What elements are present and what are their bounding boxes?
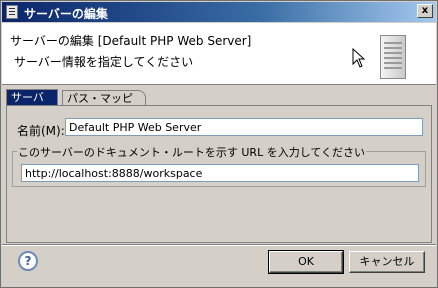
dialog-header: サーバーの編集 [Default PHP Web Server] サーバー情報を… <box>2 23 436 85</box>
url-group: このサーバーのドキュメント・ルートを示す URL を入力してください http:… <box>12 144 426 187</box>
help-icon[interactable]: ? <box>18 251 38 271</box>
server-icon <box>380 35 406 79</box>
header-title: サーバーの編集 [Default PHP Web Server] <box>10 34 252 48</box>
url-group-label: このサーバーのドキュメント・ルートを示す URL を入力してください <box>17 144 367 160</box>
mouse-cursor-icon <box>352 48 366 68</box>
name-input[interactable]: Default PHP Web Server <box>65 118 423 136</box>
name-label: 名前(M): <box>17 124 65 138</box>
header-description: サーバー情報を指定してください <box>14 55 194 69</box>
cancel-button[interactable]: キャンセル <box>349 251 425 273</box>
url-input[interactable]: http://localhost:8888/workspace <box>21 164 419 182</box>
close-button[interactable]: x <box>417 4 433 18</box>
edit-server-dialog: サーバーの編集 x サーバーの編集 [Default PHP Web Serve… <box>0 0 438 288</box>
document-icon <box>6 5 18 19</box>
ok-button[interactable]: OK <box>268 250 344 274</box>
tab-server[interactable]: サーバー <box>6 89 58 119</box>
window-title: サーバーの編集 <box>24 7 108 21</box>
title-bar[interactable]: サーバーの編集 x <box>2 2 436 22</box>
footer-divider <box>2 244 436 246</box>
server-tab-panel: 名前(M): Default PHP Web Server このサーバーのドキュ… <box>6 105 432 243</box>
tab-path-mapping[interactable]: パス・マッピング <box>62 90 146 120</box>
